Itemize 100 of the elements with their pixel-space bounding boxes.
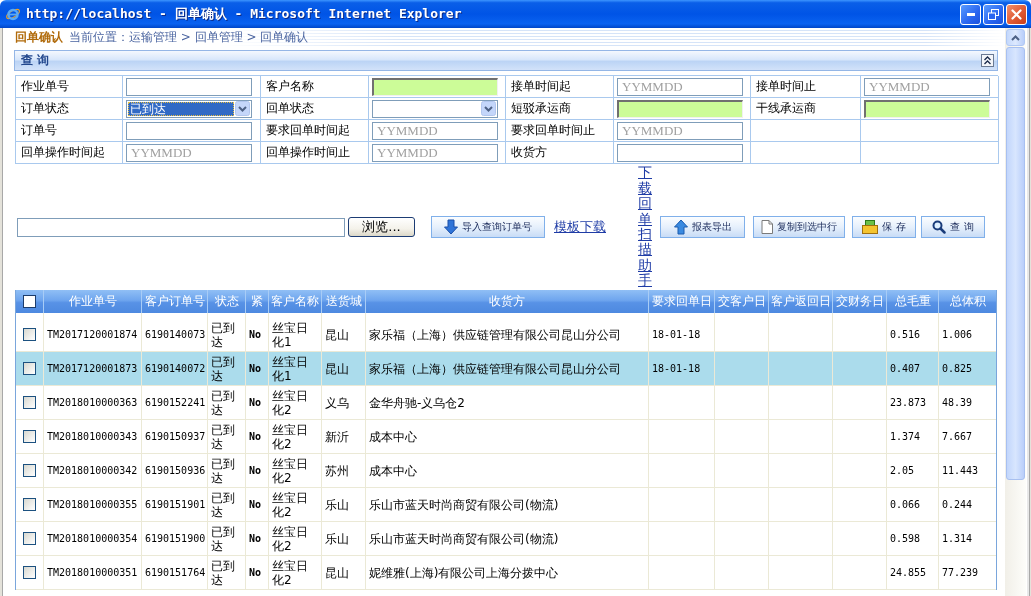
input-field[interactable] [617,143,743,162]
input-field[interactable]: YYMMDD [126,143,252,162]
toolbar-button[interactable]: 报表导出 [660,216,745,238]
table-cell: No [246,420,269,453]
browse-button[interactable]: 浏览... [348,217,415,237]
table-cell: 23.873 [887,386,939,419]
table-cell: TM2018010000343 [44,420,142,453]
table-cell: 丝宝日化2 [269,420,322,453]
checkbox[interactable] [23,328,36,341]
table-cell: 义乌 [322,386,366,419]
select-field[interactable]: 已到达 [126,99,252,118]
scroll-up-button[interactable] [1006,29,1025,46]
lookup-field[interactable] [864,99,990,118]
field-label: 要求回单时间起 [266,122,350,139]
collapse-icon[interactable] [981,54,994,67]
table-cell: 新沂 [322,420,366,453]
table-cell-text: 1.314 [941,532,974,546]
table-cell: 家乐福（上海）供应链管理有限公司昆山分公司 [366,318,649,351]
minimize-icon [966,12,975,16]
table-cell: 妮维雅(上海)有限公司上海分拨中心 [366,556,649,589]
table-cell-text: 11.443 [941,464,980,478]
table-cell: 已到达 [208,420,246,453]
lookup-field[interactable] [617,99,743,118]
close-icon [1011,8,1022,20]
input-field[interactable] [126,77,252,96]
field-label: 干线承运商 [756,100,816,117]
panel-title: 查 询 [21,52,50,69]
input-field[interactable]: YYMMDD [864,77,990,96]
scrollbar-track[interactable] [1005,28,1026,596]
table-cell: 6190151901 [142,488,208,521]
select-field[interactable] [372,99,498,118]
field-label: 回单操作时间止 [266,144,350,161]
toolbar-button[interactable]: 导入查询订单号 [431,216,545,238]
close-button[interactable] [1006,3,1027,25]
field-label: 短驳承运商 [511,100,571,117]
field-label: 接单时间止 [756,78,816,95]
input-field[interactable]: YYMMDD [372,143,498,162]
template-download-link[interactable]: 模板下载 [554,218,606,236]
table-cell: 昆山 [322,352,366,385]
input-field[interactable]: YYMMDD [617,121,743,140]
checkbox[interactable] [23,464,36,477]
restore-icon [988,8,999,20]
table-cell: 0.598 [887,522,939,555]
table-cell: 6190151900 [142,522,208,555]
table-cell: No [246,318,269,351]
table-cell: 乐山市蓝天时尚商贸有限公司(物流) [366,488,649,521]
checkbox[interactable] [23,532,36,545]
checkbox[interactable] [23,362,36,375]
table-cell: 苏州 [322,454,366,487]
breadcrumb-path: 当前位置：运输管理 > 回单管理 > 回单确认 [69,28,309,46]
table-cell: 18-01-18 [649,352,715,385]
checkbox[interactable] [23,430,36,443]
table-cell: 2.05 [887,454,939,487]
toolbar-button[interactable]: 查 询 [921,216,985,238]
checkbox[interactable] [23,566,36,579]
table-cell: 6190151764 [142,556,208,589]
table-cell: 丝宝日化2 [269,488,322,521]
table-cell: 已到达 [208,556,246,589]
toolbar-button[interactable]: 复制到选中行 [753,216,845,238]
restore-button[interactable] [983,3,1004,25]
table-cell: TM2017120001874 [44,318,142,351]
up-arrow-icon [673,219,688,235]
table-cell: 已到达 [208,522,246,555]
minimize-button[interactable] [960,3,981,25]
table-cell: 0.516 [887,318,939,351]
table-cell: TM2018010000342 [44,454,142,487]
table-cell-text: 0.244 [941,498,974,512]
table-cell: No [246,454,269,487]
table-cell: 昆山 [322,318,366,351]
table-cell-text: 1.006 [941,328,974,342]
table-cell: 6190140072 [142,352,208,385]
toolbar-button[interactable]: 保 存 [852,216,916,238]
checkbox[interactable] [23,498,36,511]
input-field[interactable] [126,121,252,140]
input-field[interactable]: YYMMDD [372,121,498,140]
field-label: 回单状态 [266,100,314,117]
table-cell-text: 7.667 [941,430,974,444]
table-cell: 18-01-18 [649,318,715,351]
file-path-field[interactable] [17,217,345,237]
download-link[interactable]: 下载回单扫描助手 [638,165,652,289]
table-cell: No [246,386,269,419]
scrollbar-thumb[interactable] [1006,47,1025,480]
table-cell: 成本中心 [366,454,649,487]
lookup-field[interactable] [372,77,498,96]
table-cell: 6190140073 [142,318,208,351]
table-cell: TM2018010000351 [44,556,142,589]
field-label: 接单时间起 [511,78,571,95]
table-cell: TM2018010000363 [44,386,142,419]
checkbox[interactable] [23,295,36,308]
input-field[interactable]: YYMMDD [617,77,743,96]
window-title: http://localhost - 回单确认 - Microsoft Internet Explorer [26,5,463,23]
table-cell-text: 48.39 [941,396,974,410]
field-label: 订单状态 [21,100,69,117]
field-label: 客户名称 [266,78,314,95]
search-icon [932,220,947,234]
table-cell: No [246,488,269,521]
field-label: 要求回单时间止 [511,122,595,139]
checkbox[interactable] [23,396,36,409]
table-cell: No [246,522,269,555]
field-label: 回单操作时间起 [21,144,105,161]
